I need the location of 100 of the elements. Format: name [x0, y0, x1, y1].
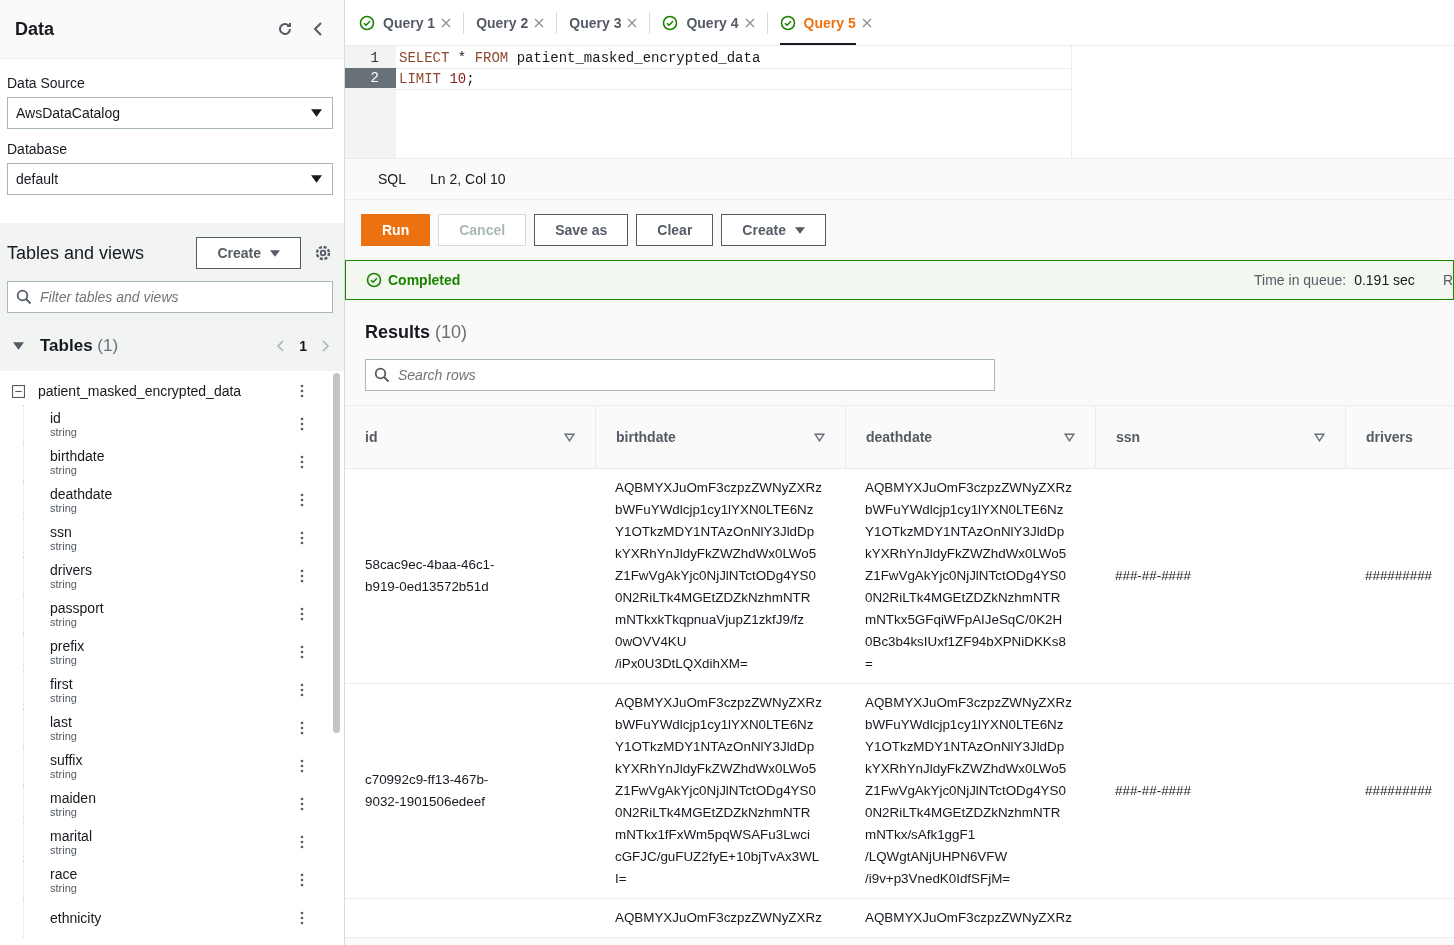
caret-icon: [270, 249, 280, 257]
table-cell-text: AQBMYXJuOmF3czpzZWNyZXRz bWFuYWdlcjp1cy1lYXN0LTE6Nz Y1OTkzMDY1NTAzOnNlY3JldDp kYXRhYnJldyFkZWZhdWx0LWo5 Z1FwVgAkYjc0NjJlNTctODg4YS0 0N2RiLTk4MGEtZDZkNzhmNTR mNTkx1fFxWm5pqWSAFu3Lwci cGFJC/guFUZ2fyE+10bjTvAx3WL I=: [615, 694, 822, 888]
queue-time-value: 0.191 sec: [1354, 272, 1415, 288]
column-header[interactable]: ssn: [1116, 429, 1141, 445]
table-cell-text: 58cac9ec-4baa-46c1- b919-0ed13572b51d: [365, 556, 495, 596]
section-title: Tables and views: [7, 242, 146, 264]
code-line: SELECT * FROM patient_masked_encrypted_data: [399, 50, 761, 66]
language-label: SQL: [378, 171, 406, 187]
column-header[interactable]: birthdate: [616, 429, 676, 445]
query-tab[interactable]: Query 4: [662, 0, 739, 45]
table-cell-text: AQBMYXJuOmF3czpzZWNyZXRz bWFuYWdlcjp1cy1lYXN0LTE6Nz Y1OTkzMDY1NTAzOnNlY3JldDp kYXRhYnJldyFkZWZhdWx0LWo5 Z1FwVgAkYjc0NjJlNTctODg4YS0 0N2RiLTk4MGEtZDZkNzhmNTR mNTkxkTkqpnuaVjupZ1zkfJ9/fz 0wOVV4KU /iPx0U3DtLQXdihXM=: [615, 479, 822, 673]
close-icon[interactable]: [534, 17, 545, 28]
more-icon[interactable]: [300, 493, 304, 507]
action-button[interactable]: Save as: [534, 214, 629, 246]
more-icon[interactable]: [300, 384, 304, 398]
table-cell-text: AQBMYXJuOmF3czpzZWNyZXRz bWFuYWdlcjp1cy1lYXN0LTE6Nz Y1OTkzMDY1NTAzOnNlY3JldDp kYXRhYnJldyFkZWZhdWx0LWo5 Z1FwVgAkYjc0NjJlNTctODg4YS0 0N2RiLTk4MGEtZDZkNzhmNTR mNTkx5GFqiWFpAIJeSqC/0K2H 0Bc3b4ksIUxf1ZF94bXPNiDKKs8 =: [865, 479, 1072, 673]
settings-icon[interactable]: [313, 243, 333, 263]
more-icon[interactable]: [300, 911, 304, 925]
more-icon[interactable]: [300, 721, 304, 735]
more-icon[interactable]: [300, 569, 304, 583]
table-cell-text: #########: [1365, 567, 1433, 585]
sort-icon[interactable]: [1314, 432, 1325, 442]
column-name: marital: [50, 828, 93, 844]
more-icon[interactable]: [300, 835, 304, 849]
column-header[interactable]: drivers: [1366, 429, 1413, 445]
more-icon[interactable]: [300, 607, 304, 621]
column-type: string: [50, 844, 78, 856]
column-name: passport: [50, 600, 105, 616]
code-line: LIMIT 10;: [399, 71, 475, 87]
table-cell-text: AQBMYXJuOmF3czpzZWNyZXRz: [615, 909, 822, 927]
more-icon[interactable]: [300, 455, 304, 469]
more-icon[interactable]: [300, 417, 304, 431]
field-label: Data Source: [7, 75, 86, 91]
column-type: string: [50, 426, 78, 438]
search-icon: [16, 289, 32, 305]
query-tab[interactable]: Query 3: [569, 0, 622, 45]
column-header[interactable]: deathdate: [866, 429, 933, 445]
collapse-icon[interactable]: [12, 384, 25, 398]
expand-caret-icon[interactable]: [13, 342, 24, 350]
filter-field[interactable]: Filter tables and views: [7, 281, 333, 313]
column-type: string: [50, 502, 78, 514]
code-editor[interactable]: 1 2 SELECT * FROM patient_masked_encrypted_data LIMIT 10;: [345, 46, 1454, 159]
table-cell-text: ###-##-####: [1115, 567, 1191, 585]
tables-heading: Tables (1): [40, 336, 120, 356]
column-name: drivers: [50, 562, 93, 578]
more-icon[interactable]: [300, 873, 304, 887]
column-name: last: [50, 714, 73, 730]
column-type: string: [50, 578, 78, 590]
table-cell-text: ###-##-####: [1115, 782, 1191, 800]
status-text: Completed: [388, 272, 461, 288]
column-type: string: [50, 464, 78, 476]
sort-icon[interactable]: [564, 432, 575, 442]
column-type: string: [50, 806, 78, 818]
more-icon[interactable]: [300, 531, 304, 545]
scrollbar[interactable]: [333, 373, 340, 733]
table-cell-text: c70992c9-ff13-467b- 9032-1901506edeef: [365, 771, 489, 811]
column-name: birthdate: [50, 448, 106, 464]
column-name: prefix: [50, 638, 86, 654]
table-cell-text: AQBMYXJuOmF3czpzZWNyZXRz bWFuYWdlcjp1cy1lYXN0LTE6Nz Y1OTkzMDY1NTAzOnNlY3JldDp kYXRhYnJldyFkZWZhdWx0LWo5 Z1FwVgAkYjc0NjJlNTctODg4YS0 0N2RiLTk4MGEtZDZkNzhmNTR mNTkx/sAfk1ggF1 /LQWgtANjUHPN6VFW /i9v+p3VnedK0IdfSFjM=: [865, 694, 1072, 888]
column-name: deathdate: [50, 486, 114, 502]
page-number[interactable]: 1: [299, 338, 307, 354]
search-field[interactable]: Search rows: [365, 359, 995, 391]
close-icon[interactable]: [861, 17, 872, 28]
action-button[interactable]: Create: [721, 214, 826, 246]
column-type: string: [50, 654, 78, 666]
sort-icon[interactable]: [814, 432, 825, 442]
panel-title: Data: [15, 18, 55, 40]
column-header[interactable]: id: [365, 429, 378, 445]
column-name: ssn: [50, 524, 73, 540]
sort-icon[interactable]: [1064, 432, 1075, 442]
action-button[interactable]: Clear: [636, 214, 714, 246]
data-source-select[interactable]: AwsDataCatalog: [7, 97, 333, 129]
more-icon[interactable]: [300, 645, 304, 659]
close-icon[interactable]: [627, 17, 638, 28]
caret-icon[interactable]: [311, 109, 322, 117]
metric-label: R: [1442, 272, 1453, 288]
cursor-position: Ln 2, Col 10: [430, 171, 506, 187]
field-label: Database: [7, 141, 68, 157]
column-name: suffix: [50, 752, 84, 768]
column-type: string: [50, 768, 78, 780]
query-tab[interactable]: Query 2: [476, 0, 529, 45]
more-icon[interactable]: [300, 759, 304, 773]
table-cell-text: AQBMYXJuOmF3czpzZWNyZXRz: [865, 909, 1072, 927]
column-type: string: [50, 692, 78, 704]
success-icon: [366, 272, 382, 288]
line-number: 1: [369, 49, 380, 68]
column-name: id: [50, 410, 62, 426]
close-icon[interactable]: [744, 17, 755, 28]
query-tab[interactable]: Query 1: [359, 0, 436, 45]
create-dropdown-button[interactable]: Create: [196, 237, 301, 269]
close-icon[interactable]: [441, 17, 452, 28]
table-name[interactable]: patient_masked_encrypted_data: [38, 383, 287, 399]
column-type: string: [50, 882, 78, 894]
database-select[interactable]: default: [7, 163, 333, 195]
caret-icon[interactable]: [311, 175, 322, 183]
column-name: ethnicity: [50, 910, 103, 926]
column-type: string: [50, 540, 78, 552]
column-name: race: [50, 866, 79, 882]
more-icon[interactable]: [300, 797, 304, 811]
more-icon[interactable]: [300, 683, 304, 697]
